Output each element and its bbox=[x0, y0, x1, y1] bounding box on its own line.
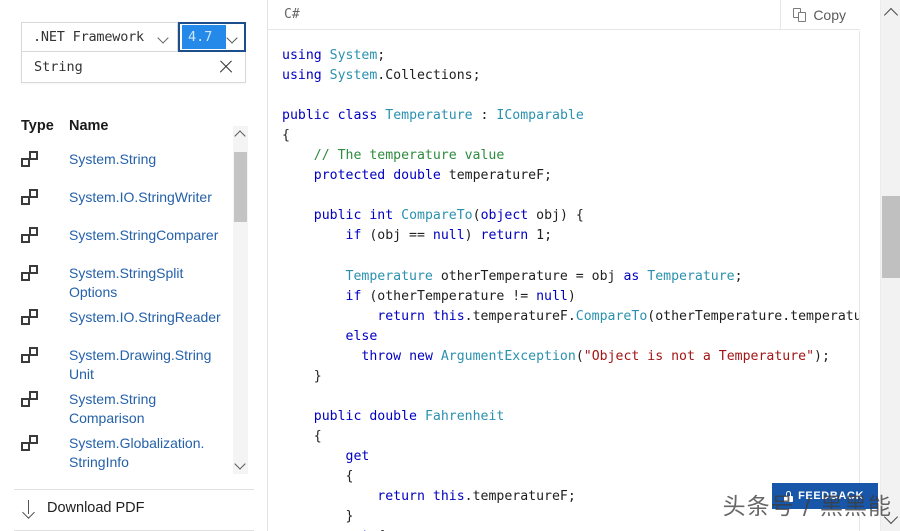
code-panel: C# Copy using System; using System.Colle… bbox=[268, 0, 900, 531]
table-row[interactable]: System.StringSplit Options bbox=[21, 258, 247, 302]
table-row[interactable]: System.IO.StringWriter bbox=[21, 182, 247, 220]
search-input[interactable] bbox=[34, 59, 204, 75]
code-block: using System; using System.Collections; … bbox=[282, 48, 860, 531]
class-type-icon bbox=[21, 309, 38, 325]
type-cell bbox=[21, 264, 69, 284]
result-link[interactable]: System.String Comparison bbox=[69, 390, 247, 428]
close-icon[interactable] bbox=[218, 59, 234, 75]
scrollbar-thumb[interactable] bbox=[882, 196, 900, 278]
type-cell bbox=[21, 434, 69, 454]
class-type-icon bbox=[21, 347, 38, 363]
feedback-button[interactable]: FEEDBACK bbox=[772, 483, 878, 509]
result-link[interactable]: System.StringSplit Options bbox=[69, 264, 247, 302]
results-table: Type Name System.String System.IO.String… bbox=[21, 118, 248, 478]
chevron-down-icon bbox=[157, 31, 170, 44]
feedback-label: FEEDBACK bbox=[798, 490, 864, 502]
class-type-icon bbox=[21, 189, 38, 205]
type-cell bbox=[21, 346, 69, 366]
class-type-icon bbox=[21, 265, 38, 281]
divider bbox=[14, 489, 254, 490]
class-type-icon bbox=[21, 227, 38, 243]
table-row[interactable]: System.Drawing.String Unit bbox=[21, 340, 247, 384]
chevron-up-icon[interactable] bbox=[233, 126, 248, 144]
code-language-label: C# bbox=[284, 7, 300, 22]
scrollbar-thumb[interactable] bbox=[234, 152, 247, 222]
filter-area: .NET Framework 4.7 bbox=[0, 0, 267, 83]
table-row[interactable]: System.String Comparison bbox=[21, 384, 247, 428]
type-cell bbox=[21, 226, 69, 246]
framework-filter-row: .NET Framework 4.7 bbox=[21, 22, 246, 52]
download-arrow-icon bbox=[22, 500, 36, 516]
sidebar: .NET Framework 4.7 Type Name bbox=[0, 0, 268, 531]
code-toolbar: C# Copy bbox=[268, 0, 860, 30]
table-row[interactable]: System.StringComparer bbox=[21, 220, 247, 258]
chevron-up-icon[interactable] bbox=[881, 2, 900, 24]
framework-select-label: .NET Framework bbox=[33, 29, 144, 45]
table-row[interactable]: System.String bbox=[21, 144, 247, 182]
chevron-down-icon[interactable] bbox=[233, 456, 248, 474]
result-link[interactable]: System.IO.StringWriter bbox=[69, 188, 247, 207]
table-row[interactable]: System.IO.StringReader bbox=[21, 302, 247, 340]
copy-button[interactable]: Copy bbox=[780, 0, 860, 30]
type-cell bbox=[21, 308, 69, 328]
sidebar-scrollbar[interactable] bbox=[233, 126, 248, 474]
search-row bbox=[21, 51, 246, 83]
class-type-icon bbox=[21, 151, 38, 167]
type-cell bbox=[21, 390, 69, 410]
result-link[interactable]: System.StringComparer bbox=[69, 226, 247, 245]
lock-icon bbox=[784, 490, 794, 502]
version-select-value: 4.7 bbox=[182, 25, 226, 49]
column-header-name: Name bbox=[69, 118, 109, 134]
results-list: System.String System.IO.StringWriter Sys… bbox=[21, 144, 247, 478]
column-header-type: Type bbox=[21, 118, 54, 134]
app-root: .NET Framework 4.7 Type Name bbox=[0, 0, 900, 531]
class-type-icon bbox=[21, 391, 38, 407]
version-select[interactable]: 4.7 bbox=[178, 22, 246, 52]
download-pdf-button[interactable]: Download PDF bbox=[22, 500, 145, 516]
class-type-icon bbox=[21, 435, 38, 451]
copy-button-label: Copy bbox=[813, 6, 846, 23]
type-cell bbox=[21, 188, 69, 208]
result-link[interactable]: System.IO.StringReader bbox=[69, 308, 247, 327]
code-viewport[interactable]: using System; using System.Collections; … bbox=[268, 31, 860, 531]
copy-icon bbox=[793, 7, 807, 22]
type-cell bbox=[21, 150, 69, 170]
result-link[interactable]: System.Drawing.String Unit bbox=[69, 346, 247, 384]
result-link[interactable]: System.Globalization. StringInfo bbox=[69, 434, 247, 472]
chevron-down-icon bbox=[226, 31, 239, 44]
result-link[interactable]: System.String bbox=[69, 150, 247, 169]
code-scrollbar[interactable] bbox=[880, 0, 900, 531]
results-header: Type Name bbox=[21, 118, 247, 138]
framework-select[interactable]: .NET Framework bbox=[22, 23, 178, 51]
table-row[interactable]: System.Globalization. StringInfo bbox=[21, 428, 247, 472]
download-pdf-label: Download PDF bbox=[47, 500, 145, 516]
chevron-down-icon[interactable] bbox=[881, 507, 900, 529]
